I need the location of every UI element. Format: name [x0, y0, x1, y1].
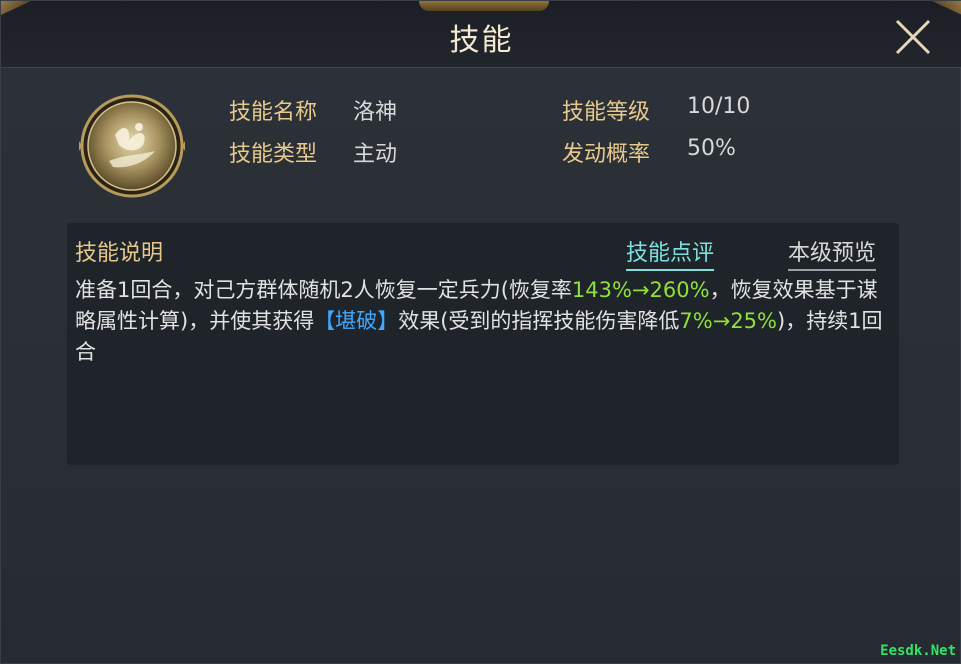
tab-level-preview[interactable]: 本级预览	[788, 235, 877, 271]
skill-name-value: 洛神	[353, 100, 398, 125]
skill-level-value: 10/10	[687, 94, 751, 119]
skill-level-label: 技能等级	[562, 100, 651, 125]
description-text: 准备1回合，对己方群体随机2人恢复一定兵力(恢复率143%→260%，恢复效果基…	[75, 275, 887, 368]
tab-skill-review[interactable]: 技能点评	[626, 235, 715, 271]
watermark: Eesdk.Net	[880, 643, 956, 659]
desc-segment-damage-reduction: 7%→25%	[679, 309, 777, 333]
skill-name-label: 技能名称	[229, 100, 318, 125]
desc-segment-status-effect[interactable]: 【堪破】	[314, 309, 398, 333]
skill-emblem-icon	[79, 93, 185, 199]
title-ornament	[419, 1, 549, 11]
corner-ornament-right	[932, 1, 961, 15]
trigger-rate-value: 50%	[687, 136, 736, 161]
close-button[interactable]	[891, 15, 935, 59]
skill-type-value: 主动	[353, 142, 398, 167]
page-title: 技能	[449, 23, 514, 58]
desc-segment-recovery-rate: 143%→260%	[571, 278, 710, 302]
skill-panel: 技能 技能名称 洛神 技能等级 10/10 技能类型 主动 发动概率 50% 技…	[0, 0, 961, 664]
description-box: 技能说明 技能点评 本级预览 准备1回合，对己方群体随机2人恢复一定兵力(恢复率…	[67, 223, 899, 465]
corner-ornament-left	[1, 1, 31, 15]
skill-type-label: 技能类型	[229, 142, 318, 167]
close-icon	[895, 19, 931, 55]
trigger-rate-label: 发动概率	[562, 142, 651, 167]
title-bar: 技能	[1, 1, 961, 68]
desc-segment: 准备1回合，对己方群体随机2人恢复一定兵力(恢复率	[75, 278, 572, 302]
desc-segment: 效果(受到的指挥技能伤害降低	[398, 309, 680, 333]
description-title: 技能说明	[75, 241, 164, 266]
